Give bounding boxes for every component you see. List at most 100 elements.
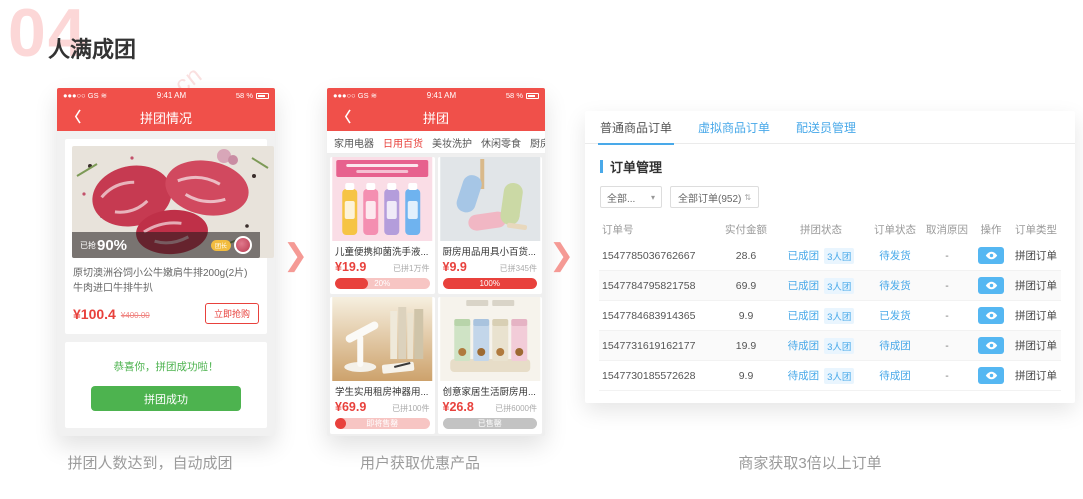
- carrier-label: GS: [88, 91, 99, 100]
- product-card-lamp[interactable]: 学生实用租房神器用... ¥69.9 已拼100件 即将售罄: [330, 297, 435, 434]
- order-type: 拼团订单: [1011, 368, 1061, 383]
- order-filter-select[interactable]: 全部... ▾: [600, 186, 662, 208]
- col-group-status: 拼团状态: [775, 222, 867, 237]
- amount: 9.9: [717, 310, 775, 322]
- table-row: 1547730185572628 9.9 待成团3人团 待成团 - 拼团订单: [599, 361, 1061, 391]
- back-icon[interactable]: 〈: [337, 107, 351, 127]
- back-icon[interactable]: 〈: [67, 107, 81, 127]
- order-type: 拼团订单: [1011, 308, 1061, 323]
- product-image-rollers: [438, 157, 543, 241]
- group-type-tag: 3人团: [824, 368, 854, 384]
- order-no: 1547785036762667: [599, 250, 717, 262]
- col-order-type: 订单类型: [1011, 222, 1061, 237]
- order-type: 拼团订单: [1011, 338, 1061, 353]
- progress-label: 100%: [443, 278, 538, 289]
- col-order-no: 订单号: [599, 222, 717, 237]
- host-badge: 团长: [211, 240, 231, 251]
- order-status: 待发货: [867, 248, 923, 263]
- amount: 19.9: [717, 340, 775, 352]
- product-title: 厨房用品用具小百货...: [443, 244, 538, 258]
- caption-merchant-orders: 商家获取3倍以上订单: [700, 452, 920, 473]
- clock: 9:41 AM: [107, 91, 236, 100]
- order-status: 待成团: [867, 368, 923, 383]
- tab-kitchen-clean[interactable]: 厨房清洁: [530, 135, 545, 150]
- group-product-card[interactable]: 已抢 90% 团长 原切澳洲谷饲小公牛嫩肩牛排200g(2片) 牛肉进口牛排牛扒…: [65, 139, 267, 334]
- order-status: 已发货: [867, 308, 923, 323]
- cancel-reason: -: [923, 310, 971, 322]
- product-card-rollers[interactable]: 厨房用品用具小百货... ¥9.9 已拼345件 100%: [438, 157, 543, 294]
- product-title: 学生实用租房神器用...: [335, 384, 430, 398]
- carrier-label: GS: [358, 91, 369, 100]
- tab-appliances[interactable]: 家用电器: [334, 135, 374, 150]
- tab-normal-orders[interactable]: 普通商品订单: [600, 119, 672, 136]
- group-status: 待成团: [788, 338, 820, 353]
- col-amount: 实付金额: [717, 222, 775, 237]
- order-status: 待成团: [867, 338, 923, 353]
- phone-mockup-group-status: ●●●○○ GS ≋ 9:41 AM 58 % 〈 拼团情况: [57, 88, 275, 436]
- view-order-button[interactable]: [978, 337, 1004, 354]
- battery-percent: 58 %: [506, 91, 523, 100]
- nav-bar: 〈 拼团情况: [57, 103, 275, 131]
- page: 04 人满成团 php.cn php.cn php.cn php.cn ●●●○…: [0, 0, 1083, 499]
- group-success-button[interactable]: 拼团成功: [91, 386, 241, 411]
- status-bar: ●●●○○ GS ≋ 9:41 AM 58 %: [57, 88, 275, 103]
- buy-now-button[interactable]: 立即抢购: [205, 303, 259, 324]
- view-order-button[interactable]: [978, 307, 1004, 324]
- order-no: 1547784795821758: [599, 280, 717, 292]
- tab-virtual-orders[interactable]: 虚拟商品订单: [698, 119, 770, 136]
- group-status: 已成团: [788, 308, 820, 323]
- product-card-condiment-boxes[interactable]: 创意家居生活厨房用... ¥26.8 已拼6000件 已售罄: [438, 297, 543, 434]
- original-price: ¥400.00: [121, 311, 150, 320]
- success-message: 恭喜你，拼团成功啦！: [114, 359, 219, 374]
- claimed-percent: 90%: [97, 237, 127, 254]
- tab-daily-goods[interactable]: 日用百货: [383, 135, 423, 150]
- chevron-right-icon: ❯: [549, 238, 574, 273]
- view-order-button[interactable]: [978, 277, 1004, 294]
- tab-snacks[interactable]: 休闲零食: [481, 135, 521, 150]
- sold-count: 已拼1万件: [393, 263, 429, 274]
- amount: 9.9: [717, 370, 775, 382]
- signal-icon: ●●●○○: [63, 91, 86, 100]
- group-success-card: 恭喜你，拼团成功啦！ 拼团成功: [65, 342, 267, 428]
- product-price: ¥26.8: [443, 400, 474, 414]
- group-progress-bar: 100%: [443, 278, 538, 289]
- table-row: 1547731619162177 19.9 待成团3人团 待成团 - 拼团订单: [599, 331, 1061, 361]
- product-image-lamp: [330, 297, 435, 381]
- battery-percent: 58 %: [236, 91, 253, 100]
- all-orders-button[interactable]: 全部订单(952) ⇅: [670, 186, 759, 208]
- order-type: 拼团订单: [1011, 248, 1061, 263]
- sold-count: 已拼6000件: [495, 403, 537, 414]
- amount: 69.9: [717, 280, 775, 292]
- claimed-label: 已抢: [80, 240, 96, 251]
- product-image-sanitizer: [330, 157, 435, 241]
- merchant-admin-panel: 普通商品订单 虚拟商品订单 配送员管理 订单管理 全部... ▾ 全部订单(95…: [585, 111, 1075, 403]
- category-tabs: 家用电器 日用百货 美妆洗护 休闲零食 厨房清洁 生鲜: [327, 131, 545, 154]
- orders-table: 订单号 实付金额 拼团状态 订单状态 取消原因 操作 订单类型 15477850…: [599, 217, 1061, 391]
- nav-bar: 〈 拼团: [327, 103, 545, 131]
- group-status: 已成团: [788, 278, 820, 293]
- view-order-button[interactable]: [978, 247, 1004, 264]
- col-cancel-reason: 取消原因: [923, 222, 971, 237]
- product-title: 创意家居生活厨房用...: [443, 384, 538, 398]
- group-type-tag: 3人团: [824, 308, 854, 324]
- phone-mockup-product-list: ●●●○○ GS ≋ 9:41 AM 58 % 〈 拼团 家用电器 日用百货 美…: [327, 88, 545, 436]
- sold-count: 已拼100件: [392, 403, 429, 414]
- order-type: 拼团订单: [1011, 278, 1061, 293]
- table-row: 1547784795821758 69.9 已成团3人团 待发货 - 拼团订单: [599, 271, 1061, 301]
- group-type-tag: 3人团: [824, 248, 854, 264]
- amount: 28.6: [717, 250, 775, 262]
- order-status: 待发货: [867, 278, 923, 293]
- chevron-right-icon: ❯: [283, 238, 308, 273]
- chevron-down-icon: ▾: [651, 193, 655, 202]
- admin-tabs: 普通商品订单 虚拟商品订单 配送员管理: [585, 111, 1075, 144]
- progress-label: 已售罄: [443, 418, 538, 429]
- progress-label: 20%: [335, 278, 430, 289]
- product-card-sanitizer[interactable]: 儿童便携抑菌洗手液... ¥19.9 已拼1万件 20%: [330, 157, 435, 294]
- cancel-reason: -: [923, 280, 971, 292]
- order-no: 1547731619162177: [599, 340, 717, 352]
- view-order-button[interactable]: [978, 367, 1004, 384]
- tab-beauty[interactable]: 美妆洗护: [432, 135, 472, 150]
- clock: 9:41 AM: [377, 91, 506, 100]
- tab-courier-management[interactable]: 配送员管理: [796, 119, 856, 136]
- product-price: ¥9.9: [443, 260, 467, 274]
